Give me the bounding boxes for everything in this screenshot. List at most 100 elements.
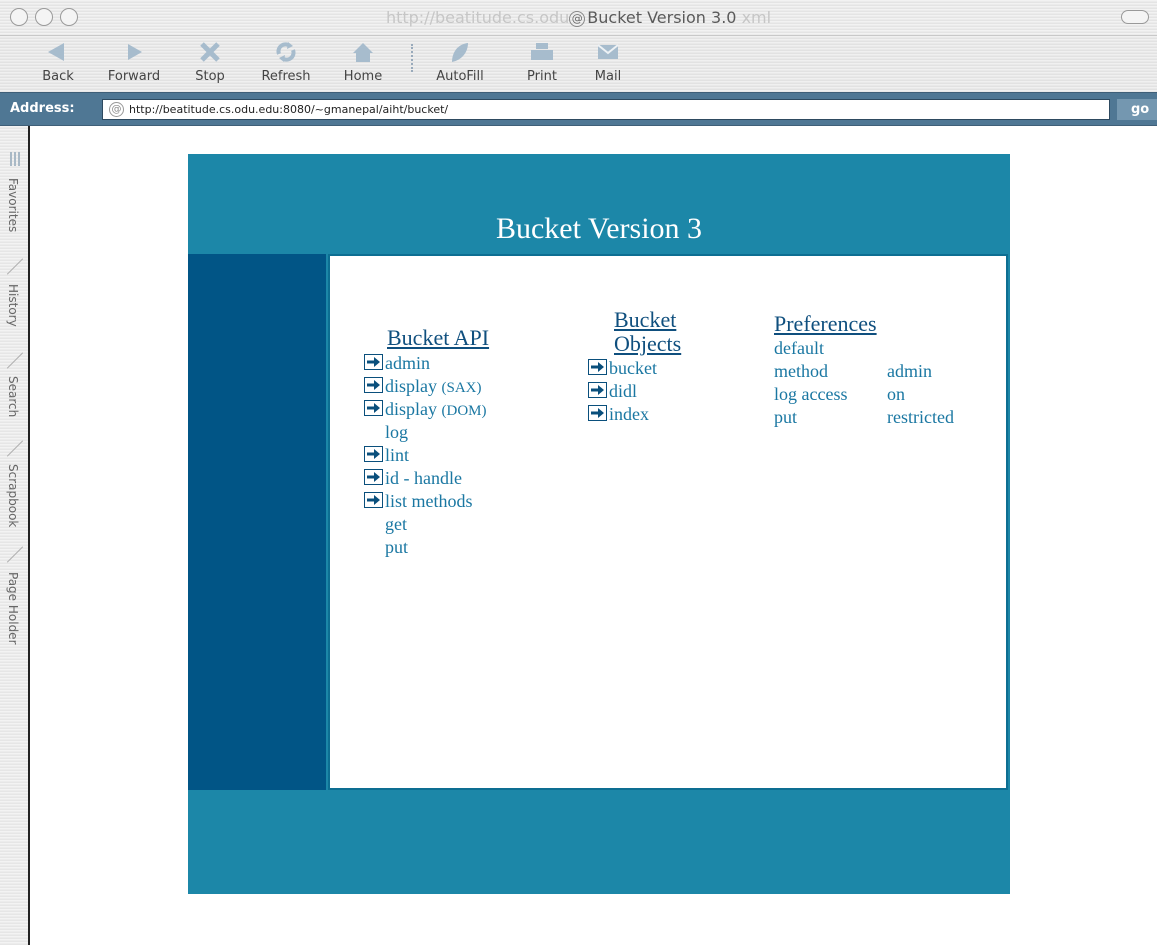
mail-icon — [597, 44, 619, 59]
arrow-right-icon[interactable] — [364, 469, 383, 485]
print-button-label: Print — [527, 69, 557, 84]
home-icon — [353, 43, 373, 62]
tab-page-holder[interactable]: Page Holder — [4, 572, 26, 662]
preference-value[interactable]: restricted — [887, 407, 954, 428]
api-item-label[interactable]: list methods — [385, 491, 473, 511]
back-arrow-icon — [48, 43, 64, 61]
api-item-label[interactable]: id - handle — [385, 468, 462, 488]
object-item-label[interactable]: bucket — [609, 358, 657, 378]
preferences-table: default method admin log access on put restric… — [774, 338, 1004, 430]
tab-favorites[interactable]: Favorites — [4, 178, 26, 254]
api-list-item[interactable]: log — [364, 421, 489, 444]
preference-row: log access on — [774, 384, 1004, 407]
go-button[interactable]: go — [1117, 99, 1157, 120]
address-bar: Address: @ go — [0, 92, 1157, 126]
tab-divider — [6, 440, 24, 457]
api-list-item[interactable]: list methods — [364, 490, 489, 513]
explorer-bar-grip-icon[interactable] — [10, 152, 22, 166]
preferences-section: Preferences default method admin log access… — [774, 312, 1004, 430]
api-item-label[interactable]: log — [385, 422, 408, 442]
refresh-icon — [276, 42, 296, 62]
arrow-right-icon[interactable] — [364, 354, 383, 370]
tab-history-label: History — [6, 284, 20, 327]
address-label: Address: — [10, 101, 75, 116]
preference-row: default — [774, 338, 1004, 361]
arrow-right-icon[interactable] — [588, 382, 607, 398]
forward-button[interactable]: Forward — [99, 40, 169, 84]
tab-search-label: Search — [6, 376, 20, 418]
object-item-label[interactable]: index — [609, 404, 649, 424]
bucket-objects-heading-line1: Bucket — [614, 307, 677, 332]
object-list-item[interactable]: bucket — [588, 357, 681, 380]
back-button-label: Back — [42, 69, 74, 84]
page-icon: @ — [109, 102, 124, 117]
tab-history[interactable]: History — [4, 284, 26, 348]
preference-value[interactable]: on — [887, 384, 905, 405]
arrow-right-icon[interactable] — [364, 492, 383, 508]
object-item-label[interactable]: didl — [609, 381, 637, 401]
api-item-label[interactable]: display — [385, 399, 437, 419]
browser-toolbar: Back Forward Stop Refresh Home AutoFill … — [0, 36, 1157, 123]
page-title: Bucket Version 3 — [495, 212, 703, 245]
tab-search[interactable]: Search — [4, 376, 26, 436]
preference-value[interactable]: admin — [887, 361, 932, 382]
tab-favorites-label: Favorites — [6, 178, 20, 233]
refresh-button-label: Refresh — [261, 69, 311, 84]
tab-divider — [6, 258, 24, 275]
preference-row: method admin — [774, 361, 1004, 384]
autofill-button[interactable]: AutoFill — [428, 40, 492, 84]
mail-button[interactable]: Mail — [588, 40, 628, 84]
api-item-suffix[interactable]: (SAX) — [442, 380, 482, 396]
api-list-item[interactable]: display (SAX) — [364, 375, 489, 398]
api-item-label[interactable]: admin — [385, 353, 430, 373]
preference-key[interactable]: default — [774, 338, 824, 359]
stop-x-icon — [200, 42, 220, 62]
back-button[interactable]: Back — [38, 40, 78, 84]
window-titlebar: http://beatitude.cs.odu @ Bucket Version 3… — [0, 0, 1157, 36]
api-item-label[interactable]: lint — [385, 445, 409, 465]
forward-arrow-icon — [128, 44, 142, 60]
bucket-page: Bucket Version 3 Bucket API admin display… — [188, 154, 1010, 894]
api-list-item[interactable]: admin — [364, 352, 489, 375]
arrow-right-icon[interactable] — [364, 400, 383, 416]
preference-key[interactable]: method — [774, 361, 828, 382]
explorer-bar-tabs: Favorites History Search Scrapbook Page … — [0, 126, 30, 945]
arrow-right-icon[interactable] — [364, 446, 383, 462]
api-list-item[interactable]: display (DOM) — [364, 398, 489, 421]
object-list-item[interactable]: didl — [588, 380, 681, 403]
tab-divider — [6, 352, 24, 369]
forward-button-label: Forward — [107, 69, 161, 84]
refresh-button[interactable]: Refresh — [255, 40, 317, 84]
stop-button-label: Stop — [195, 69, 225, 84]
arrow-right-icon[interactable] — [588, 359, 607, 375]
object-list-item[interactable]: index — [588, 403, 681, 426]
address-input[interactable] — [129, 101, 1099, 118]
autofill-button-label: AutoFill — [436, 69, 484, 84]
toolbar-toggle-button[interactable] — [1121, 10, 1149, 24]
print-button[interactable]: Print — [522, 40, 562, 84]
stop-button[interactable]: Stop — [188, 40, 232, 84]
api-item-label[interactable]: display — [385, 376, 437, 396]
window-title: http://beatitude.cs.odu @ Bucket Version 3… — [0, 8, 1157, 27]
api-list-item[interactable]: put — [364, 536, 489, 559]
page-header: Bucket Version 3 — [188, 154, 1010, 254]
api-list-item[interactable]: id - handle — [364, 467, 489, 490]
home-button-label: Home — [343, 69, 383, 84]
window-title-ghost-prefix: http://beatitude.cs.odu — [385, 8, 570, 27]
api-item-suffix[interactable]: (DOM) — [442, 403, 487, 419]
preference-key[interactable]: put — [774, 407, 797, 428]
arrow-right-icon[interactable] — [588, 405, 607, 421]
printer-icon — [531, 43, 553, 60]
content-area: Bucket API admin display (SAX) display (DO… — [328, 254, 1008, 790]
address-field[interactable]: @ — [102, 99, 1110, 120]
tab-scrapbook[interactable]: Scrapbook — [4, 464, 26, 544]
preference-key[interactable]: log access — [774, 384, 847, 405]
api-list-item[interactable]: lint — [364, 444, 489, 467]
home-button[interactable]: Home — [338, 40, 388, 84]
api-item-label[interactable]: get — [385, 514, 407, 534]
go-button-label: go — [1131, 102, 1150, 117]
api-list-item[interactable]: get — [364, 513, 489, 536]
arrow-right-icon[interactable] — [364, 377, 383, 393]
toolbar-separator — [411, 44, 413, 72]
api-item-label[interactable]: put — [385, 537, 408, 557]
